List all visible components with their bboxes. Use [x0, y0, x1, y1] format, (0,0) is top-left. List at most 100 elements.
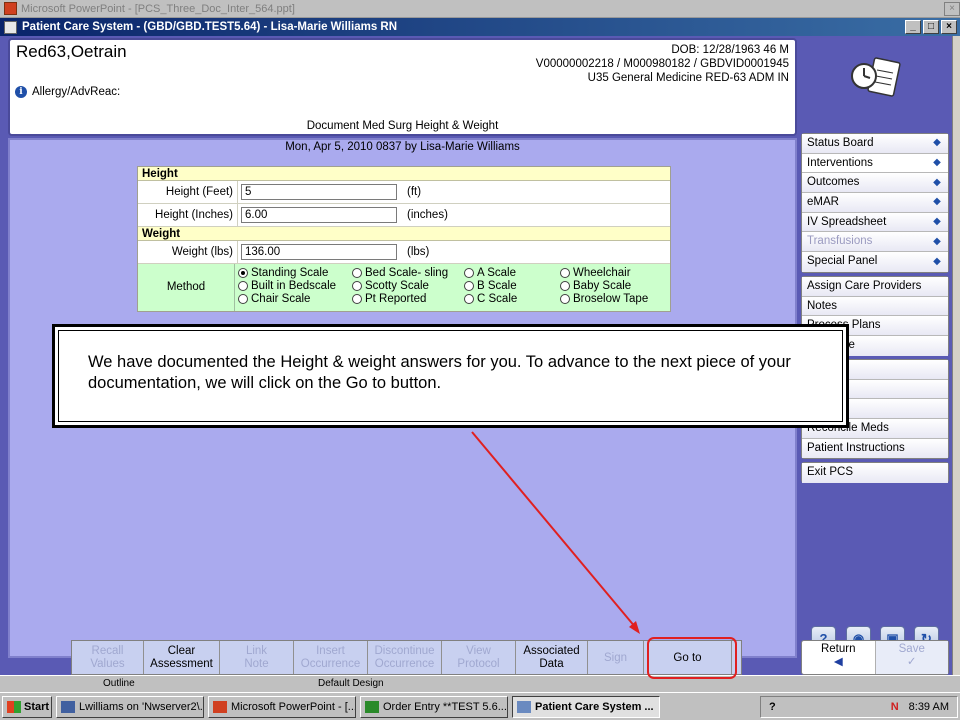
nav-group-exit: Exit PCS — [801, 462, 949, 483]
toolbar-insert-occurrence-button[interactable]: Insert Occurrence — [294, 641, 368, 674]
task-label: Lwilliams on 'Nwserver2\... — [79, 700, 204, 713]
method-radio-option[interactable]: C Scale — [464, 292, 560, 305]
method-radio-option[interactable]: Baby Scale — [560, 279, 670, 292]
return-button[interactable]: Return ◀ — [802, 641, 875, 674]
toolbar-discontinue-occurrence-button[interactable]: Discontinue Occurrence — [368, 641, 442, 674]
maximize-button[interactable]: □ — [923, 20, 939, 34]
radio-dot[interactable] — [464, 267, 474, 278]
method-radio-option[interactable]: Built in Bedscale — [238, 279, 352, 292]
height-inches-label: Height (Inches) — [138, 204, 238, 226]
toolbar-clear-assessment-button[interactable]: Clear Assessment — [144, 641, 220, 674]
task-lwilliams[interactable]: Lwilliams on 'Nwserver2\... — [56, 695, 204, 718]
outline-tab[interactable]: Outline — [103, 678, 135, 689]
radio-dot[interactable] — [352, 280, 362, 291]
height-inches-input[interactable] — [241, 207, 397, 223]
nav-item-assign-care-providers[interactable]: Assign Care Providers — [802, 277, 948, 297]
windows-flag-icon — [7, 700, 21, 713]
height-feet-row: Height (Feet) (ft) — [138, 181, 670, 204]
task-label: Order Entry **TEST 5.6... — [383, 700, 507, 713]
nav-item-patient-instructions[interactable]: Patient Instructions — [802, 438, 948, 459]
nav-item-emar[interactable]: eMAR ◆ — [802, 193, 948, 213]
arrow-left-icon: ◀ — [833, 656, 843, 668]
nav-item-status-board[interactable]: Status Board ◆ — [802, 134, 948, 154]
nav-item-outcomes[interactable]: Outcomes ◆ — [802, 173, 948, 194]
tutorial-callout: We have documented the Height & weight a… — [52, 324, 849, 428]
tray-help-icon[interactable]: ? — [769, 701, 776, 713]
height-inches-row: Height (Inches) (inches) — [138, 204, 670, 227]
info-icon: i — [15, 86, 27, 98]
radio-dot[interactable] — [560, 267, 570, 278]
task-order-entry[interactable]: Order Entry **TEST 5.6... — [360, 695, 508, 718]
weight-input[interactable] — [241, 244, 397, 260]
order-entry-icon — [365, 700, 379, 713]
method-radio-option[interactable]: Chair Scale — [238, 292, 352, 305]
nav-item-special-panel[interactable]: Special Panel ◆ — [802, 252, 948, 272]
close-button[interactable]: × — [941, 20, 957, 34]
radio-dot[interactable] — [238, 293, 248, 304]
radio-label: Bed Scale- sling — [365, 266, 449, 279]
toolbar-recall-values-button[interactable]: Recall Values — [72, 641, 144, 674]
method-radio-option[interactable]: B Scale — [464, 279, 560, 292]
nav-item-iv-spreadsheet[interactable]: IV Spreadsheet ◆ — [802, 212, 948, 233]
radio-dot[interactable] — [560, 280, 570, 291]
start-button[interactable]: Start — [2, 695, 52, 718]
tray-n-icon[interactable]: N — [891, 701, 899, 713]
method-radio-option[interactable]: Pt Reported — [352, 292, 464, 305]
task-patient-care[interactable]: Patient Care System ... — [512, 695, 660, 718]
exit-pcs-button[interactable]: Exit PCS — [802, 463, 948, 483]
clock[interactable]: 8:39 AM — [909, 701, 949, 713]
toolbar-view-protocol-button[interactable]: View Protocol — [442, 641, 516, 674]
ppt-status-bar: Outline Default Design — [0, 675, 960, 690]
radio-dot[interactable] — [352, 267, 362, 278]
task-powerpoint[interactable]: Microsoft PowerPoint - [... — [208, 695, 356, 718]
nav-group-primary: Status Board ◆ Interventions ◆ Outcomes ◆ eMAR… — [801, 133, 949, 273]
radio-dot[interactable] — [464, 293, 474, 304]
radio-label: C Scale — [477, 292, 518, 305]
nav-item-notes[interactable]: Notes — [802, 296, 948, 317]
radio-dot[interactable] — [238, 267, 248, 278]
radio-label: Scotty Scale — [365, 279, 429, 292]
nav-item-transfusions[interactable]: Transfusions ◆ — [802, 232, 948, 253]
allergy-label: Allergy/AdvReac: — [32, 86, 121, 98]
radio-dot[interactable] — [464, 280, 474, 291]
save-button[interactable]: Save ✓ — [874, 641, 948, 674]
action-toolbar: Recall Values Clear Assessment Link Note In… — [71, 640, 742, 675]
height-feet-label: Height (Feet) — [138, 181, 238, 203]
method-radio-option[interactable]: A Scale — [464, 266, 560, 279]
minimize-button[interactable]: _ — [905, 20, 921, 34]
method-radio-option[interactable]: Broselow Tape — [560, 292, 670, 305]
toolbar-sign-button[interactable]: Sign — [588, 641, 644, 674]
pcs-app-icon — [4, 20, 17, 34]
toolbar-associated-data-button[interactable]: Associated Data — [516, 641, 588, 674]
nav-item-label: IV Spreadsheet — [807, 215, 887, 228]
nav-item-label: Assign Care Providers — [807, 279, 922, 292]
nav-item-label: Interventions — [807, 156, 873, 169]
task-label: Patient Care System ... — [535, 700, 654, 713]
method-radio-option[interactable]: Standing Scale — [238, 266, 352, 279]
heartbeat-icon: ◆ — [933, 255, 941, 267]
nav-item-interventions[interactable]: Interventions ◆ — [802, 153, 948, 174]
radio-label: Broselow Tape — [573, 292, 649, 305]
weight-label: Weight (lbs) — [138, 241, 238, 263]
scrollbar[interactable] — [952, 36, 960, 690]
height-feet-input[interactable] — [241, 184, 397, 200]
patient-ids: V00000002218 / M000980182 / GBDVID000194… — [535, 58, 789, 70]
radio-label: B Scale — [477, 279, 517, 292]
patient-dob: DOB: 12/28/1963 46 M — [671, 44, 789, 56]
radio-dot[interactable] — [238, 280, 248, 291]
weight-section-header: Weight — [138, 227, 670, 241]
method-radio-option[interactable]: Wheelchair — [560, 266, 670, 279]
entry-line: Mon, Apr 5, 2010 0837 by Lisa-Marie Will… — [285, 141, 520, 153]
allergy-row[interactable]: i Allergy/AdvReac: — [15, 86, 120, 98]
radio-label: Baby Scale — [573, 279, 632, 292]
radio-dot[interactable] — [352, 293, 362, 304]
toolbar-link-note-button[interactable]: Link Note — [220, 641, 294, 674]
patient-location: U35 General Medicine RED-63 ADM IN — [587, 72, 789, 84]
method-radio-option[interactable]: Bed Scale- sling — [352, 266, 464, 279]
radio-label: Built in Bedscale — [251, 279, 337, 292]
ppt-close-button[interactable]: × — [944, 1, 960, 16]
pill-icon: ◆ — [933, 196, 941, 208]
radio-dot[interactable] — [560, 293, 570, 304]
goto-highlight — [647, 637, 737, 679]
method-radio-option[interactable]: Scotty Scale — [352, 279, 464, 292]
